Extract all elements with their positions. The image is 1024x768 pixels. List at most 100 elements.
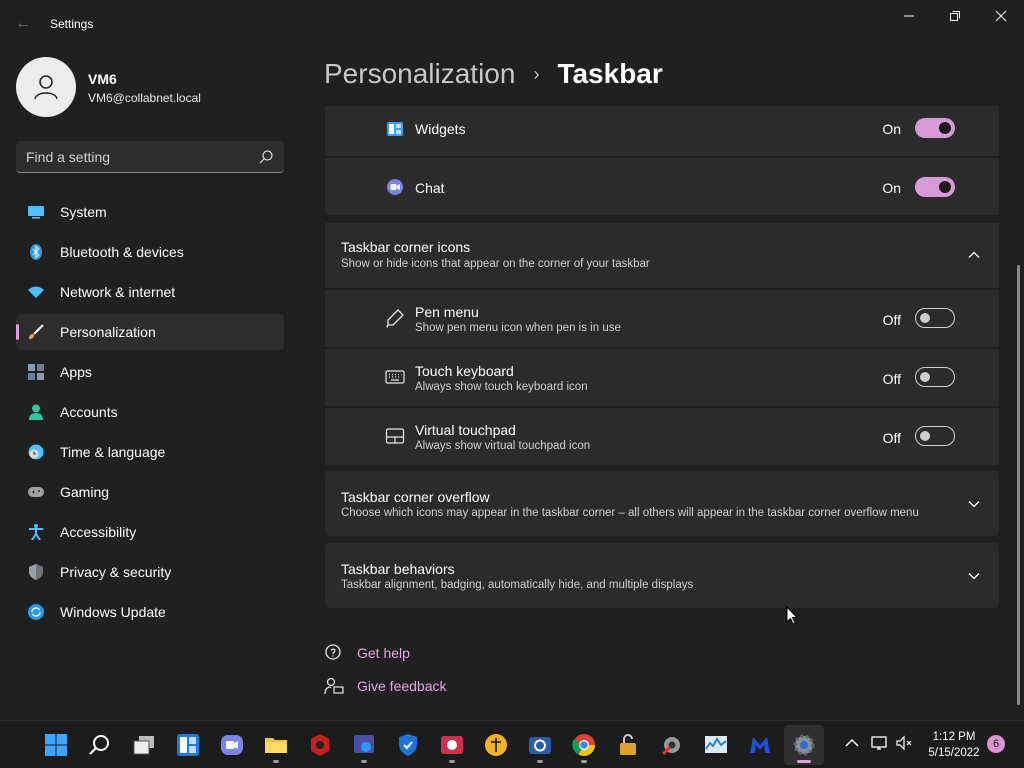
vpn-app-icon — [485, 734, 507, 756]
close-button[interactable] — [978, 0, 1024, 32]
virtual-touchpad-row: Virtual touchpad Always show virtual tou… — [325, 408, 999, 465]
wifi-icon — [28, 286, 44, 298]
minimize-button[interactable] — [886, 0, 932, 32]
chat-row: Chat On — [325, 158, 999, 215]
breadcrumb-parent[interactable]: Personalization — [324, 58, 515, 90]
file-explorer-button[interactable] — [256, 725, 296, 765]
gear-wrench-icon — [661, 737, 680, 756]
widgets-button[interactable] — [168, 725, 208, 765]
gear-icon — [793, 734, 815, 756]
network-icon[interactable] — [870, 733, 890, 753]
brush-icon — [29, 324, 44, 339]
search-input[interactable] — [26, 147, 246, 167]
performance-monitor-icon — [705, 736, 727, 753]
sidebar-item-label: Bluetooth & devices — [60, 244, 184, 260]
tools-app-button[interactable] — [652, 725, 692, 765]
chevron-down-icon[interactable] — [967, 569, 981, 583]
remote-desktop-button[interactable] — [344, 725, 384, 765]
snipping-icon — [529, 737, 551, 754]
monitor-app-button[interactable] — [696, 725, 736, 765]
media-app-button[interactable] — [432, 725, 472, 765]
malwarebytes-button[interactable] — [740, 725, 780, 765]
help-chat-icon — [325, 644, 341, 660]
pen-menu-subtitle: Show pen menu icon when pen is in use — [415, 322, 621, 334]
camera-app-icon — [441, 736, 463, 754]
lock-app-button[interactable] — [608, 725, 648, 765]
sidebar-item-privacy-security[interactable]: Privacy & security — [16, 554, 284, 590]
sidebar-item-gaming[interactable]: Gaming — [16, 474, 284, 510]
virtual-touchpad-toggle[interactable] — [915, 426, 955, 446]
start-button[interactable] — [36, 725, 76, 765]
sidebar-item-personalization[interactable]: Personalization — [16, 314, 284, 350]
chevron-up-icon[interactable] — [967, 248, 981, 262]
breadcrumb-separator: › — [533, 63, 540, 84]
minimize-icon — [904, 15, 914, 17]
back-arrow-icon[interactable]: ← — [12, 14, 34, 34]
system-clock[interactable]: 1:12 PM 5/15/2022 — [920, 729, 988, 761]
gamepad-icon — [28, 487, 44, 497]
malwarebytes-icon — [750, 737, 770, 753]
chat-button[interactable] — [212, 725, 252, 765]
sidebar-item-time-language[interactable]: Time & language — [16, 434, 284, 470]
notification-badge[interactable]: 6 — [987, 735, 1005, 753]
give-feedback-link[interactable]: Give feedback — [324, 676, 447, 696]
restore-button[interactable] — [932, 0, 978, 32]
title-bar: ← Settings — [0, 0, 1024, 48]
chrome-button[interactable] — [564, 725, 604, 765]
windows-logo-icon — [45, 734, 67, 756]
app-red-button[interactable] — [300, 725, 340, 765]
user-profile[interactable]: VM6 VM6@collabnet.local — [16, 57, 296, 117]
virtual-touchpad-state: Off — [882, 430, 901, 446]
touch-keyboard-subtitle: Always show touch keyboard icon — [415, 381, 588, 393]
search-icon[interactable] — [258, 149, 274, 165]
sidebar-item-label: Accessibility — [60, 524, 137, 540]
shield-icon — [399, 734, 417, 756]
chevron-up-icon[interactable] — [842, 733, 862, 753]
chat-state: On — [882, 180, 901, 196]
sidebar-item-label: Privacy & security — [60, 564, 172, 580]
chrome-icon — [572, 734, 595, 756]
chat-label: Chat — [415, 180, 445, 196]
search-box[interactable] — [16, 141, 284, 173]
give-feedback-label: Give feedback — [357, 678, 447, 694]
taskbar-behaviors-header[interactable]: Taskbar behaviors Taskbar alignment, bad… — [325, 543, 999, 608]
user-email: VM6@collabnet.local — [88, 91, 201, 105]
get-help-label: Get help — [357, 645, 410, 661]
corner-icons-header[interactable]: Taskbar corner icons Show or hide icons … — [325, 223, 999, 288]
sidebar-item-label: Personalization — [60, 324, 156, 340]
task-view-button[interactable] — [124, 725, 164, 765]
pen-menu-toggle[interactable] — [915, 308, 955, 328]
chat-toggle[interactable] — [915, 177, 955, 197]
widgets-toggle[interactable] — [915, 118, 955, 138]
sidebar-item-apps[interactable]: Apps — [16, 354, 284, 390]
vpn-app-button[interactable] — [476, 725, 516, 765]
breadcrumb: Personalization › Taskbar — [324, 58, 663, 90]
sidebar-item-network[interactable]: Network & internet — [16, 274, 284, 310]
widgets-state: On — [882, 121, 901, 137]
chevron-down-icon[interactable] — [967, 497, 981, 511]
lock-icon — [620, 734, 636, 755]
sidebar-item-bluetooth[interactable]: Bluetooth & devices — [16, 234, 284, 270]
touch-keyboard-state: Off — [882, 371, 901, 387]
sidebar-item-accounts[interactable]: Accounts — [16, 394, 284, 430]
sidebar-item-windows-update[interactable]: Windows Update — [16, 594, 284, 630]
defender-button[interactable] — [388, 725, 428, 765]
globe-clock-icon — [28, 444, 44, 460]
clock-time: 1:12 PM — [932, 731, 976, 743]
get-help-link[interactable]: Get help — [324, 643, 410, 663]
touch-keyboard-toggle[interactable] — [915, 367, 955, 387]
taskbar-search-button[interactable] — [80, 725, 120, 765]
sidebar-item-accessibility[interactable]: Accessibility — [16, 514, 284, 550]
apps-icon — [28, 364, 44, 380]
snipping-tool-button[interactable] — [520, 725, 560, 765]
feedback-icon — [324, 677, 344, 695]
corner-icons-subtitle: Show or hide icons that appear on the co… — [341, 258, 650, 270]
sidebar-item-label: Apps — [60, 364, 92, 380]
corner-overflow-header[interactable]: Taskbar corner overflow Choose which ico… — [325, 471, 999, 536]
bluetooth-icon — [30, 244, 42, 260]
volume-muted-icon[interactable] — [894, 733, 914, 753]
touch-keyboard-row: Touch keyboard Always show touch keyboar… — [325, 349, 999, 406]
settings-app-button[interactable] — [784, 725, 824, 765]
scrollbar[interactable] — [1017, 265, 1020, 705]
sidebar-item-system[interactable]: System — [16, 194, 284, 230]
